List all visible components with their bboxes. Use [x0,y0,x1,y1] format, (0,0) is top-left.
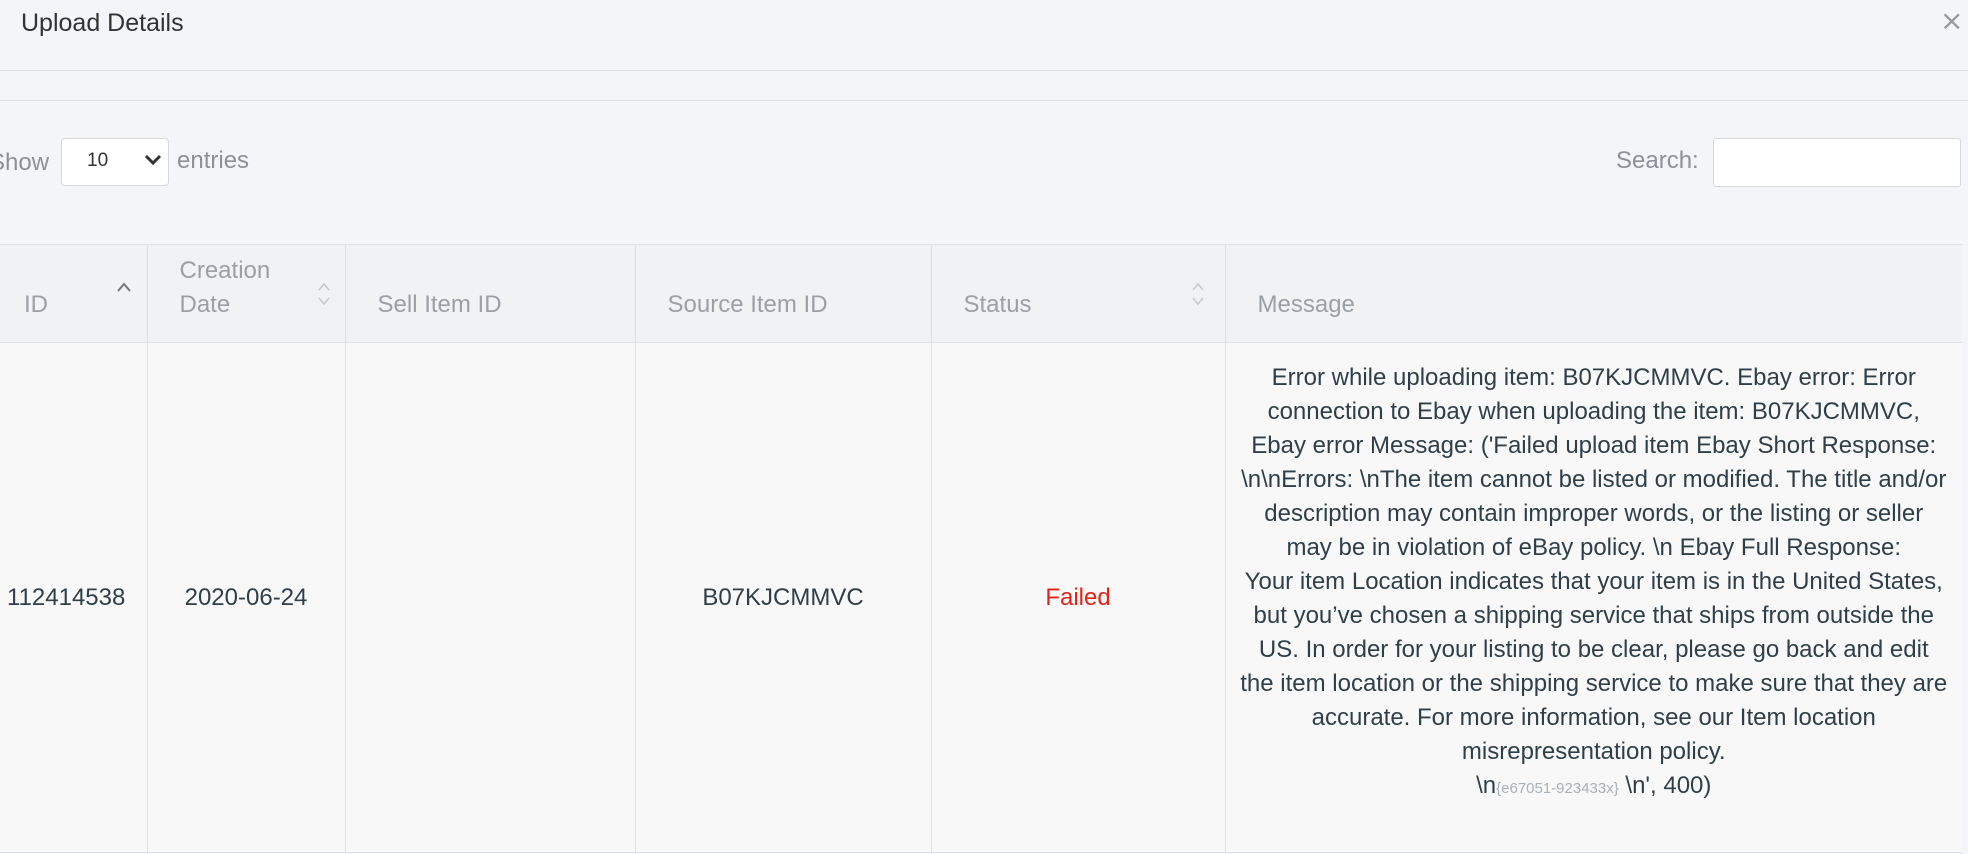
status-badge: Failed [930,342,1225,853]
cell-sell-item-id [344,342,635,853]
modal-title: Upload Details [21,9,184,37]
show-label: Show [0,149,50,176]
column-header-label: Source Item ID [667,291,828,318]
table-row: 112414538 2020-06-24 B07KJCMMVC Failed E… [0,342,1962,853]
entries-selected-value: 10 [87,150,109,171]
entries-length-control: Show 10 entries [0,138,249,188]
column-header-message: Message [1224,244,1962,343]
upload-details-modal: Upload Details × Show 10 entries Search:… [0,0,1968,854]
column-header-status[interactable]: Status [930,244,1225,343]
search-input[interactable] [1713,138,1961,187]
column-header-label: Status [963,291,1032,318]
column-header-label: ID [24,291,48,318]
column-header-creation-date[interactable]: Creation Date [146,244,345,343]
sort-ascending-icon [116,282,131,292]
search-label: Search: [1616,147,1699,174]
cell-message: Error while uploading item: B07KJCMMVC. … [1224,342,1962,853]
table-header-row: ID Creation Date Sell Item ID Source Ite… [0,244,1962,343]
close-button[interactable]: × [1940,6,1966,36]
cell-id: 112414538 [0,342,147,853]
cell-source-item-id: B07KJCMMVC [634,342,931,853]
column-header-label: Sell Item ID [377,291,502,318]
section-divider [0,100,1968,101]
column-header-source-item-id: Source Item ID [634,244,931,343]
column-header-id[interactable]: ID [0,244,147,343]
entries-label: entries [177,147,250,174]
cell-creation-date: 2020-06-24 [146,342,345,853]
column-header-sell-item-id: Sell Item ID [344,244,635,343]
message-tail-suffix: \n', 400) [1618,772,1712,799]
message-text: Error while uploading item: B07KJCMMVC. … [1240,364,1948,765]
column-header-label: Creation Date [179,257,271,318]
modal-header: Upload Details × [0,0,1968,71]
entries-select[interactable]: 10 [61,138,169,186]
chevron-down-icon [144,154,162,166]
sort-both-icon [1191,282,1204,306]
message-reference-code: {e67051-923433x} [1496,780,1619,797]
column-header-label: Message [1257,291,1355,318]
sort-both-icon [317,282,330,306]
message-tail-prefix: \n [1476,772,1497,799]
upload-details-table: ID Creation Date Sell Item ID Source Ite… [0,244,1962,853]
